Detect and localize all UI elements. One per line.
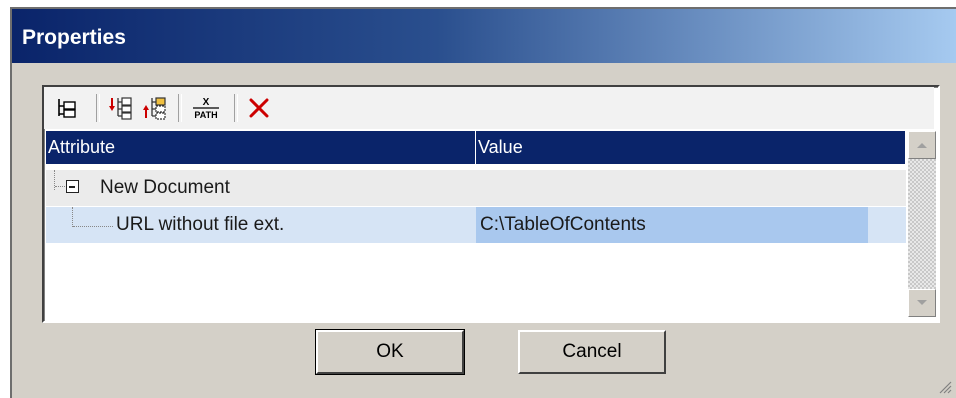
toolbar-separator — [96, 94, 100, 122]
svg-text:PATH: PATH — [194, 110, 217, 120]
xpath-icon: X PATH — [193, 97, 219, 120]
insert-element-after-icon — [143, 97, 166, 120]
value-cell[interactable]: C:\TableOfContents — [476, 207, 868, 243]
tree-line — [54, 170, 55, 190]
tree-line — [73, 226, 113, 227]
insert-after-button[interactable] — [140, 93, 170, 123]
property-grid: Attribute Value New Document URL without… — [46, 131, 906, 317]
scroll-up-button[interactable] — [908, 131, 936, 159]
properties-panel: X PATH Attribute Value New Document URL … — [42, 85, 940, 323]
vertical-scrollbar[interactable] — [908, 131, 936, 317]
delete-icon — [249, 98, 269, 118]
arrow-down-icon — [917, 300, 927, 305]
toolbar-separator — [234, 94, 238, 122]
scroll-down-button[interactable] — [908, 289, 936, 317]
resize-grip-icon[interactable] — [936, 378, 952, 394]
tree-view-icon — [58, 99, 76, 118]
tree-line — [72, 207, 73, 227]
collapse-icon[interactable] — [66, 180, 79, 193]
column-header-value[interactable]: Value — [476, 131, 906, 164]
column-header-attribute[interactable]: Attribute — [46, 131, 476, 164]
delete-button[interactable] — [244, 93, 274, 123]
arrow-up-icon — [917, 143, 927, 148]
tree-row[interactable]: New Document — [46, 170, 906, 206]
title-bar[interactable]: Properties — [12, 9, 956, 63]
tree-line — [55, 186, 65, 187]
cancel-button[interactable]: Cancel — [518, 330, 666, 374]
tree-view-button[interactable] — [52, 93, 82, 123]
insert-element-before-icon — [109, 97, 132, 120]
toolbar-separator — [178, 94, 182, 122]
xpath-button[interactable]: X PATH — [188, 93, 224, 123]
attribute-name: URL without file ext. — [116, 214, 285, 235]
attribute-value: C:\TableOfContents — [480, 214, 646, 235]
insert-before-button[interactable] — [106, 93, 136, 123]
properties-dialog: Properties X PATH Attribute Value New Do… — [10, 7, 956, 398]
attribute-name: New Document — [100, 177, 230, 198]
svg-text:X: X — [203, 97, 210, 108]
tree-row-selected[interactable]: URL without file ext. C:\TableOfContents — [46, 207, 906, 243]
dialog-title: Properties — [22, 26, 126, 49]
ok-button[interactable]: OK — [315, 329, 465, 375]
toolbar: X PATH — [44, 87, 934, 129]
